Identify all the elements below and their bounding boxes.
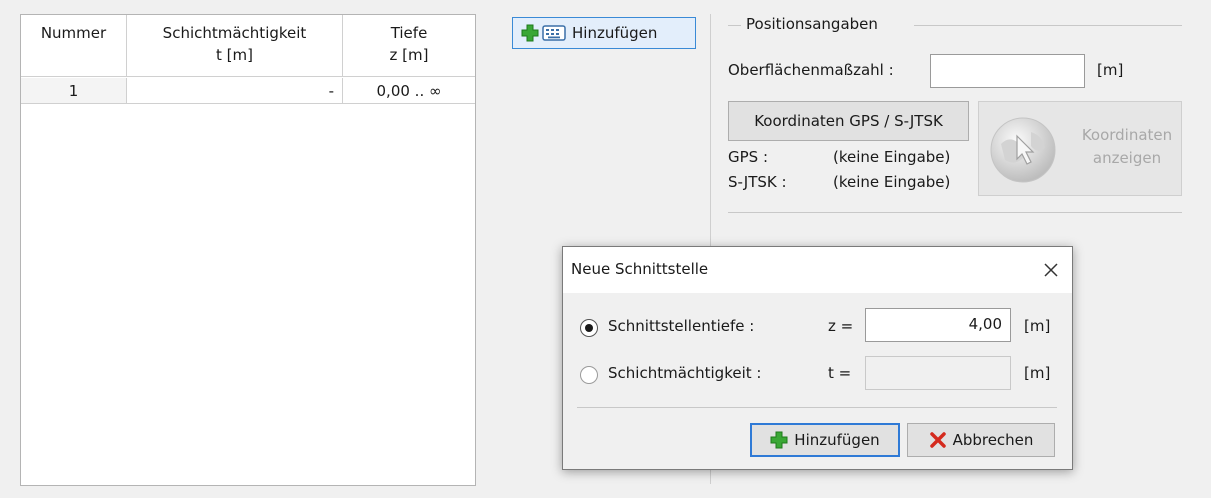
column-header-depth[interactable]: Tiefe z [m] <box>343 15 475 77</box>
globe-cursor-icon <box>987 114 1059 190</box>
gps-coordinates-button[interactable]: Koordinaten GPS / S-JTSK <box>728 101 969 141</box>
add-button-label: Hinzufügen <box>572 24 658 42</box>
column-header-label: Nummer <box>40 24 107 42</box>
new-interface-dialog: Neue Schnittstelle Schnittstellentiefe :… <box>562 246 1073 470</box>
dialog-add-button[interactable]: Hinzufügen <box>750 423 900 457</box>
surface-label: Oberflächenmaßzahl : <box>728 61 894 79</box>
thickness-cell[interactable]: - <box>127 78 343 104</box>
thickness-option-label: Schichtmächtigkeit : <box>608 364 762 382</box>
thickness-unit: [m] <box>1024 364 1051 382</box>
gps-label: GPS : <box>728 148 769 166</box>
dialog-cancel-label: Abbrechen <box>952 431 1034 449</box>
group-bottom-border <box>728 212 1182 213</box>
cancel-icon <box>929 432 946 448</box>
plus-icon <box>770 431 788 449</box>
surface-input[interactable] <box>930 54 1085 88</box>
thickness-radio[interactable] <box>580 366 598 384</box>
thickness-input[interactable] <box>865 356 1011 390</box>
depth-cell[interactable]: 0,00 .. ∞ <box>343 78 475 104</box>
depth-option-label: Schnittstellentiefe : <box>608 317 755 335</box>
group-border <box>728 25 741 26</box>
depth-radio[interactable] <box>580 319 598 337</box>
group-title: Positionsangaben <box>746 15 878 33</box>
sjtsk-value: (keine Eingabe) <box>833 173 951 191</box>
show-coordinates-button[interactable]: Koordinaten anzeigen <box>978 101 1182 196</box>
show-coordinates-label: anzeigen <box>1092 149 1162 167</box>
dialog-separator <box>577 407 1057 408</box>
group-border <box>914 25 1182 26</box>
show-coordinates-label: Koordinaten <box>1081 126 1173 144</box>
depth-unit: [m] <box>1024 317 1051 335</box>
sjtsk-label: S-JTSK : <box>728 173 787 191</box>
plus-keyboard-icon <box>521 24 566 42</box>
column-header-number[interactable]: Nummer <box>21 15 127 77</box>
layer-editor-panel: Nummer Schichtmächtigkeit t [m] Tiefe z … <box>0 0 1211 498</box>
column-header-unit: t [m] <box>216 46 253 64</box>
dialog-cancel-button[interactable]: Abbrechen <box>907 423 1055 457</box>
dialog-title-bar[interactable]: Neue Schnittstelle <box>563 247 1072 293</box>
layers-table: Nummer Schichtmächtigkeit t [m] Tiefe z … <box>20 14 476 486</box>
close-icon[interactable] <box>1042 261 1060 279</box>
row-number-cell[interactable]: 1 <box>21 78 127 104</box>
add-button[interactable]: Hinzufügen <box>512 17 696 49</box>
dialog-add-label: Hinzufügen <box>794 431 880 449</box>
column-header-label: Schichtmächtigkeit <box>162 24 307 42</box>
radio-selected-dot <box>585 324 593 332</box>
dialog-title: Neue Schnittstelle <box>571 260 709 278</box>
column-header-label: Tiefe <box>390 24 428 42</box>
depth-variable-label: z = <box>828 317 854 335</box>
thickness-variable-label: t = <box>828 364 852 382</box>
column-header-unit: z [m] <box>389 46 429 64</box>
depth-input[interactable]: 4,00 <box>865 308 1011 342</box>
surface-unit: [m] <box>1097 61 1124 79</box>
gps-value: (keine Eingabe) <box>833 148 951 166</box>
column-header-thickness[interactable]: Schichtmächtigkeit t [m] <box>127 15 343 77</box>
